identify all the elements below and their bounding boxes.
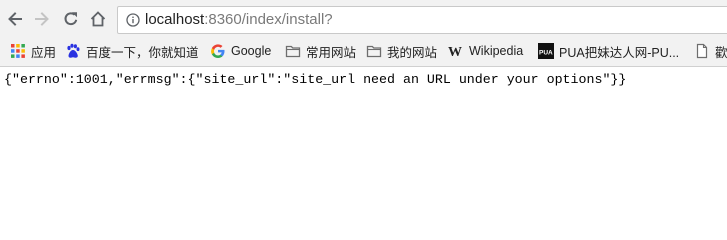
bookmark-wikipedia[interactable]: W Wikipedia bbox=[448, 40, 523, 62]
svg-text:W: W bbox=[448, 45, 462, 59]
bookmark-apps[interactable]: 应用 bbox=[10, 40, 56, 62]
folder-icon bbox=[366, 45, 382, 58]
google-g-icon bbox=[211, 44, 225, 59]
bookmark-folder-common-sites[interactable]: 常用网站 bbox=[285, 40, 356, 62]
page-icon bbox=[696, 43, 708, 59]
home-button[interactable] bbox=[88, 9, 108, 29]
bookmark-label: 常用网站 bbox=[306, 45, 357, 60]
reload-icon bbox=[64, 12, 78, 26]
address-bar[interactable]: localhost:8360/index/install? bbox=[117, 6, 727, 34]
json-response-text: {"errno":1001,"errmsg":{"site_url":"site… bbox=[4, 72, 627, 87]
svg-text:PUA: PUA bbox=[539, 50, 553, 57]
bookmark-label: PUA把妹达人网-PU... bbox=[559, 45, 680, 60]
info-icon[interactable] bbox=[126, 13, 140, 27]
url-text[interactable]: localhost:8360/index/install? bbox=[145, 11, 333, 29]
forward-button[interactable] bbox=[32, 9, 52, 29]
pua-logo-icon: PUA bbox=[538, 43, 554, 59]
bookmark-pua[interactable]: PUA PUA把妹达人网-PU... bbox=[538, 40, 679, 62]
bookmark-label: 歡迎 bbox=[715, 45, 727, 60]
wikipedia-w-icon: W bbox=[448, 45, 462, 59]
url-host: localhost bbox=[145, 11, 205, 28]
bookmark-label: Wikipedia bbox=[469, 44, 524, 58]
bookmark-google[interactable]: Google bbox=[210, 40, 271, 62]
bookmark-baidu[interactable]: 百度一下，你就知道 bbox=[65, 40, 199, 62]
bookmark-label: 应用 bbox=[31, 45, 57, 60]
arrow-left-icon bbox=[8, 12, 22, 26]
bookmark-page[interactable]: 歡迎 bbox=[694, 40, 727, 62]
navigation-row: localhost:8360/index/install? bbox=[0, 0, 727, 38]
browser-toolbar: localhost:8360/index/install? 应用 百度一下，你就… bbox=[0, 0, 727, 67]
bookmark-label: 百度一下，你就知道 bbox=[86, 45, 199, 60]
home-icon bbox=[90, 11, 106, 27]
apps-grid-icon bbox=[11, 44, 25, 58]
bookmarks-bar: 应用 百度一下，你就知道 Google 常用网站 我的网站 W Wikipedi… bbox=[0, 38, 727, 64]
arrow-right-icon bbox=[35, 12, 49, 26]
back-button[interactable] bbox=[5, 9, 25, 29]
url-path: :8360/index/install? bbox=[204, 11, 333, 28]
bookmark-label: Google bbox=[231, 44, 272, 58]
bookmark-folder-my-sites[interactable]: 我的网站 bbox=[366, 40, 437, 62]
folder-icon bbox=[285, 45, 301, 58]
baidu-paw-icon bbox=[67, 43, 80, 58]
reload-button[interactable] bbox=[61, 9, 81, 29]
bookmark-label: 我的网站 bbox=[387, 45, 438, 60]
